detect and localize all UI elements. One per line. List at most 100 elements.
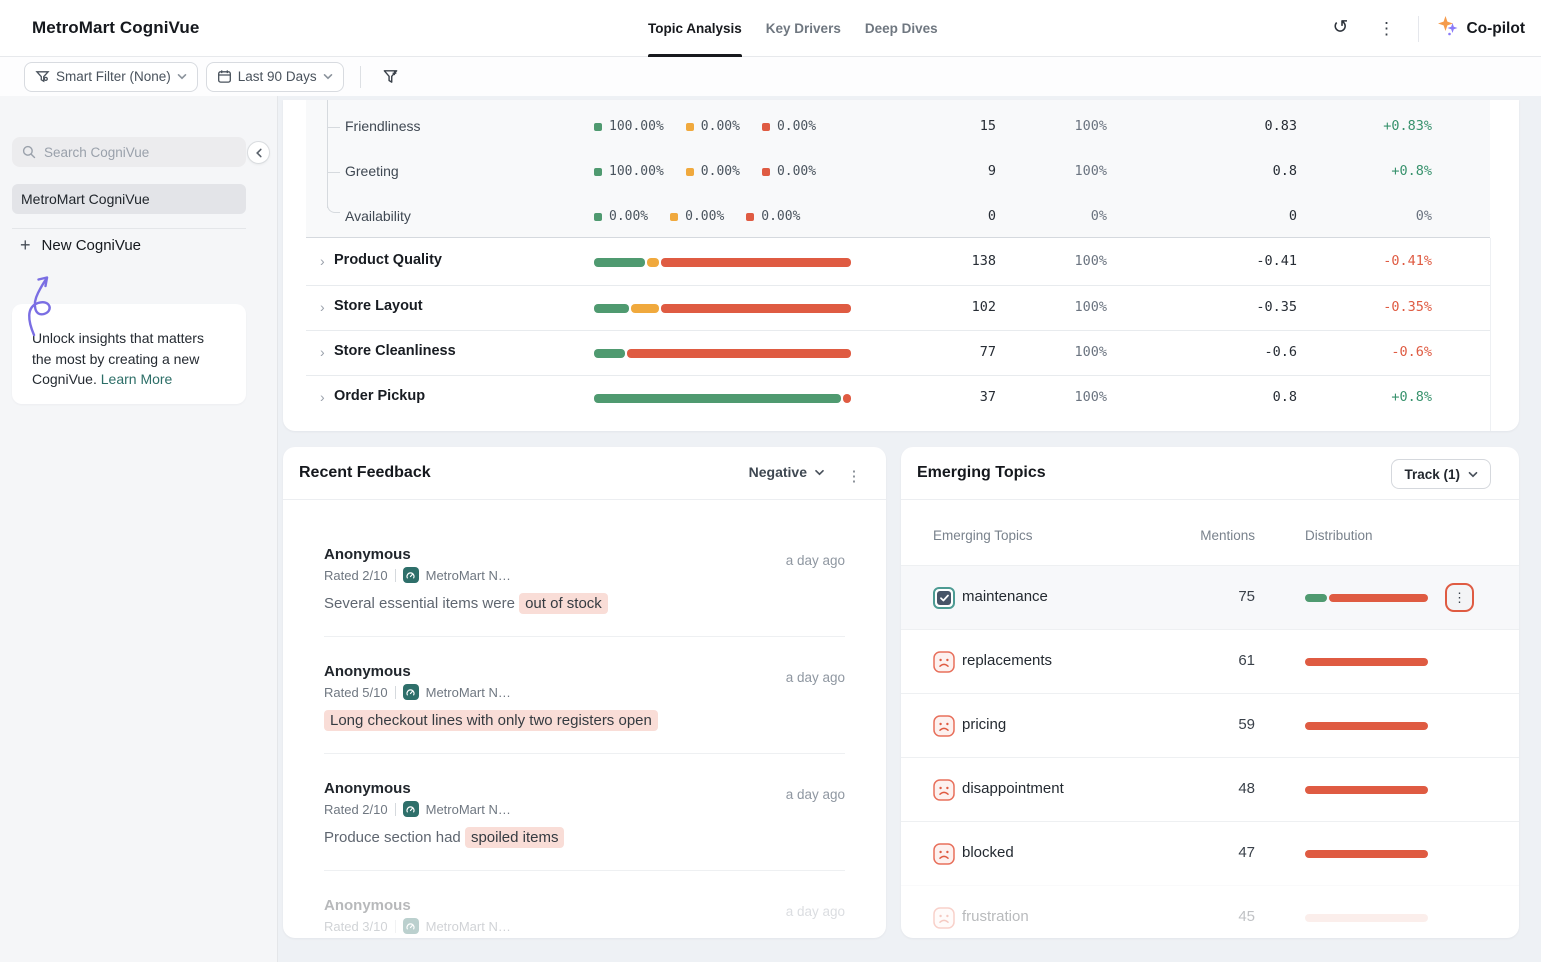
positive-swatch <box>594 167 602 176</box>
chevron-right-icon[interactable]: › <box>320 253 325 269</box>
positive-pct: 100.00% <box>609 119 664 134</box>
feedback-text: Several essential items were out of stoc… <box>324 592 608 616</box>
smart-filter-label: Smart Filter (None) <box>56 69 171 84</box>
topic-row-frustration[interactable]: frustration 45 <box>901 885 1519 938</box>
plus-icon: + <box>20 235 31 255</box>
feedback-sentiment-dropdown[interactable]: Negative <box>749 464 825 480</box>
topic-label: Greeting <box>345 163 399 179</box>
positive-swatch <box>594 122 602 131</box>
topic-row-replacements[interactable]: replacements 61 <box>901 629 1519 693</box>
score-change: -0.41% <box>1383 253 1432 269</box>
neutral-swatch <box>670 212 679 221</box>
topic-label: blocked <box>962 844 1014 861</box>
sentiment-score: -0.41 <box>1256 253 1297 269</box>
meta-divider <box>394 919 396 933</box>
sentiment-bar <box>594 349 851 358</box>
smart-filter-dropdown[interactable]: Smart Filter (None) <box>24 61 198 92</box>
tab-topic-analysis[interactable]: Topic Analysis <box>648 0 742 57</box>
score-change: +0.8% <box>1391 163 1432 179</box>
topic-menu-button[interactable]: ⋮ <box>1445 583 1474 612</box>
tab-label: Topic Analysis <box>648 21 742 36</box>
score-change: -0.6% <box>1391 344 1432 360</box>
feedback-text: Produce section had spoiled items <box>324 826 565 850</box>
topic-row-pricing[interactable]: pricing 59 <box>901 693 1519 757</box>
table-row-product-quality[interactable]: › Product Quality 138 100% -0.41 -0.41% <box>306 240 1490 285</box>
mentions-count: 37 <box>979 389 996 405</box>
feedback-text-highlight: spoiled items <box>464 827 565 848</box>
feedback-menu-button[interactable]: ⋮ <box>840 462 868 490</box>
filter-bar: Smart Filter (None) Last 90 Days <box>0 57 1541 96</box>
coverage-percent: 100% <box>1074 389 1107 405</box>
sentiment-bar <box>594 394 851 403</box>
feedback-item[interactable]: Anonymous Rated 2/10 MetroMart N… a day … <box>324 546 845 663</box>
recent-feedback-title: Recent Feedback <box>299 464 431 481</box>
track-label: Track (1) <box>1404 466 1460 482</box>
feedback-author: Anonymous <box>324 780 411 797</box>
tab-label: Key Drivers <box>765 21 841 36</box>
topic-analysis-table: Friendliness 100.00% 0.00% 0.00% 15 100%… <box>283 100 1519 431</box>
add-filter-button[interactable] <box>377 63 405 91</box>
topic-row-maintenance[interactable]: maintenance 75 ⋮ <box>901 565 1519 629</box>
table-row-availability[interactable]: Availability 0.00% 0.00% 0.00% 0 0% 0 0% <box>306 195 1490 240</box>
feedback-item[interactable]: Anonymous Rated 5/10 MetroMart N… a day … <box>324 663 845 780</box>
positive-pct: 100.00% <box>609 164 664 179</box>
topic-mentions: 75 <box>1238 588 1255 605</box>
sidebar-item-metromart-cognivue[interactable]: MetroMart CogniVue <box>12 184 246 214</box>
neutral-pct: 0.00% <box>685 209 725 224</box>
table-row-store-layout[interactable]: › Store Layout 102 100% -0.35 -0.35% <box>306 285 1490 330</box>
sentiment-score: 0.8 <box>1272 163 1297 179</box>
tracked-checkbox[interactable] <box>933 587 955 609</box>
table-row-greeting[interactable]: Greeting 100.00% 0.00% 0.00% 9 100% 0.8 … <box>306 150 1490 195</box>
topic-label: Product Quality <box>334 252 442 268</box>
funnel-plus-icon <box>383 70 398 83</box>
negative-pct: 0.00% <box>776 164 817 179</box>
feedback-meta: Rated 2/10 MetroMart N… <box>324 801 845 817</box>
kebab-icon: ⋮ <box>1453 590 1466 605</box>
topic-mentions: 45 <box>1238 908 1255 925</box>
sidebar-search[interactable] <box>12 137 246 167</box>
refresh-button[interactable]: ↺ <box>1326 15 1354 43</box>
source-gauge-icon <box>402 801 419 817</box>
table-row-friendliness[interactable]: Friendliness 100.00% 0.00% 0.00% 15 100%… <box>306 105 1490 150</box>
topic-label: Availability <box>345 208 411 224</box>
filter-sparkle-icon <box>35 71 50 83</box>
subtopic-group: Friendliness 100.00% 0.00% 0.00% 15 100%… <box>306 100 1490 238</box>
topic-row-blocked[interactable]: blocked 47 <box>901 821 1519 885</box>
sidebar-collapse-button[interactable] <box>247 141 270 164</box>
table-row-store-cleanliness[interactable]: › Store Cleanliness 77 100% -0.6 -0.6% <box>306 330 1490 375</box>
mentions-count: 77 <box>979 344 996 360</box>
track-dropdown[interactable]: Track (1) <box>1391 459 1491 489</box>
mentions-count: 102 <box>971 299 996 315</box>
feedback-meta: Rated 2/10 MetroMart N… <box>324 567 845 583</box>
copilot-button[interactable]: Co-pilot <box>1437 15 1525 42</box>
header-menu-button[interactable]: ⋮ <box>1372 15 1400 43</box>
sentiment-score: 0.83 <box>1264 118 1297 134</box>
tab-deep-dives[interactable]: Deep Dives <box>865 0 938 57</box>
learn-more-link[interactable]: Learn More <box>101 371 173 387</box>
feedback-rating: Rated 5/10 <box>324 684 388 700</box>
feedback-item[interactable]: Anonymous Rated 2/10 MetroMart N… a day … <box>324 780 845 897</box>
chevron-down-icon <box>177 74 187 80</box>
feedback-divider <box>324 636 845 637</box>
feedback-text-plain: Several essential items were <box>324 595 520 612</box>
table-row-order-pickup[interactable]: › Order Pickup 37 100% 0.8 +0.8% <box>306 375 1490 420</box>
topic-row-disappointment[interactable]: disappointment 48 <box>901 757 1519 821</box>
chevron-right-icon[interactable]: › <box>320 299 325 315</box>
feedback-author: Anonymous <box>324 663 411 680</box>
emerging-topics-card: Emerging Topics Track (1) Emerging Topic… <box>901 447 1519 938</box>
sentiment-score: 0 <box>1288 208 1297 224</box>
kebab-icon: ⋮ <box>846 467 862 485</box>
date-range-dropdown[interactable]: Last 90 Days <box>205 61 344 92</box>
new-cognivue-button[interactable]: + New CogniVue <box>20 236 141 254</box>
chevron-right-icon[interactable]: › <box>320 389 325 405</box>
feedback-item[interactable]: Anonymous Rated 3/10 MetroMart N… a day … <box>324 897 845 938</box>
feedback-text: Long checkout lines with only two regist… <box>324 709 658 733</box>
negative-pct: 0.00% <box>761 209 801 224</box>
sentiment-legend: 100.00% 0.00% 0.00% <box>594 119 816 134</box>
kebab-icon: ⋮ <box>1377 19 1395 38</box>
search-input[interactable] <box>44 144 214 160</box>
tab-key-drivers[interactable]: Key Drivers <box>766 0 841 57</box>
recent-feedback-header: Recent Feedback Negative ⋮ <box>283 447 886 500</box>
score-change: 0% <box>1415 208 1432 224</box>
chevron-right-icon[interactable]: › <box>320 344 325 360</box>
